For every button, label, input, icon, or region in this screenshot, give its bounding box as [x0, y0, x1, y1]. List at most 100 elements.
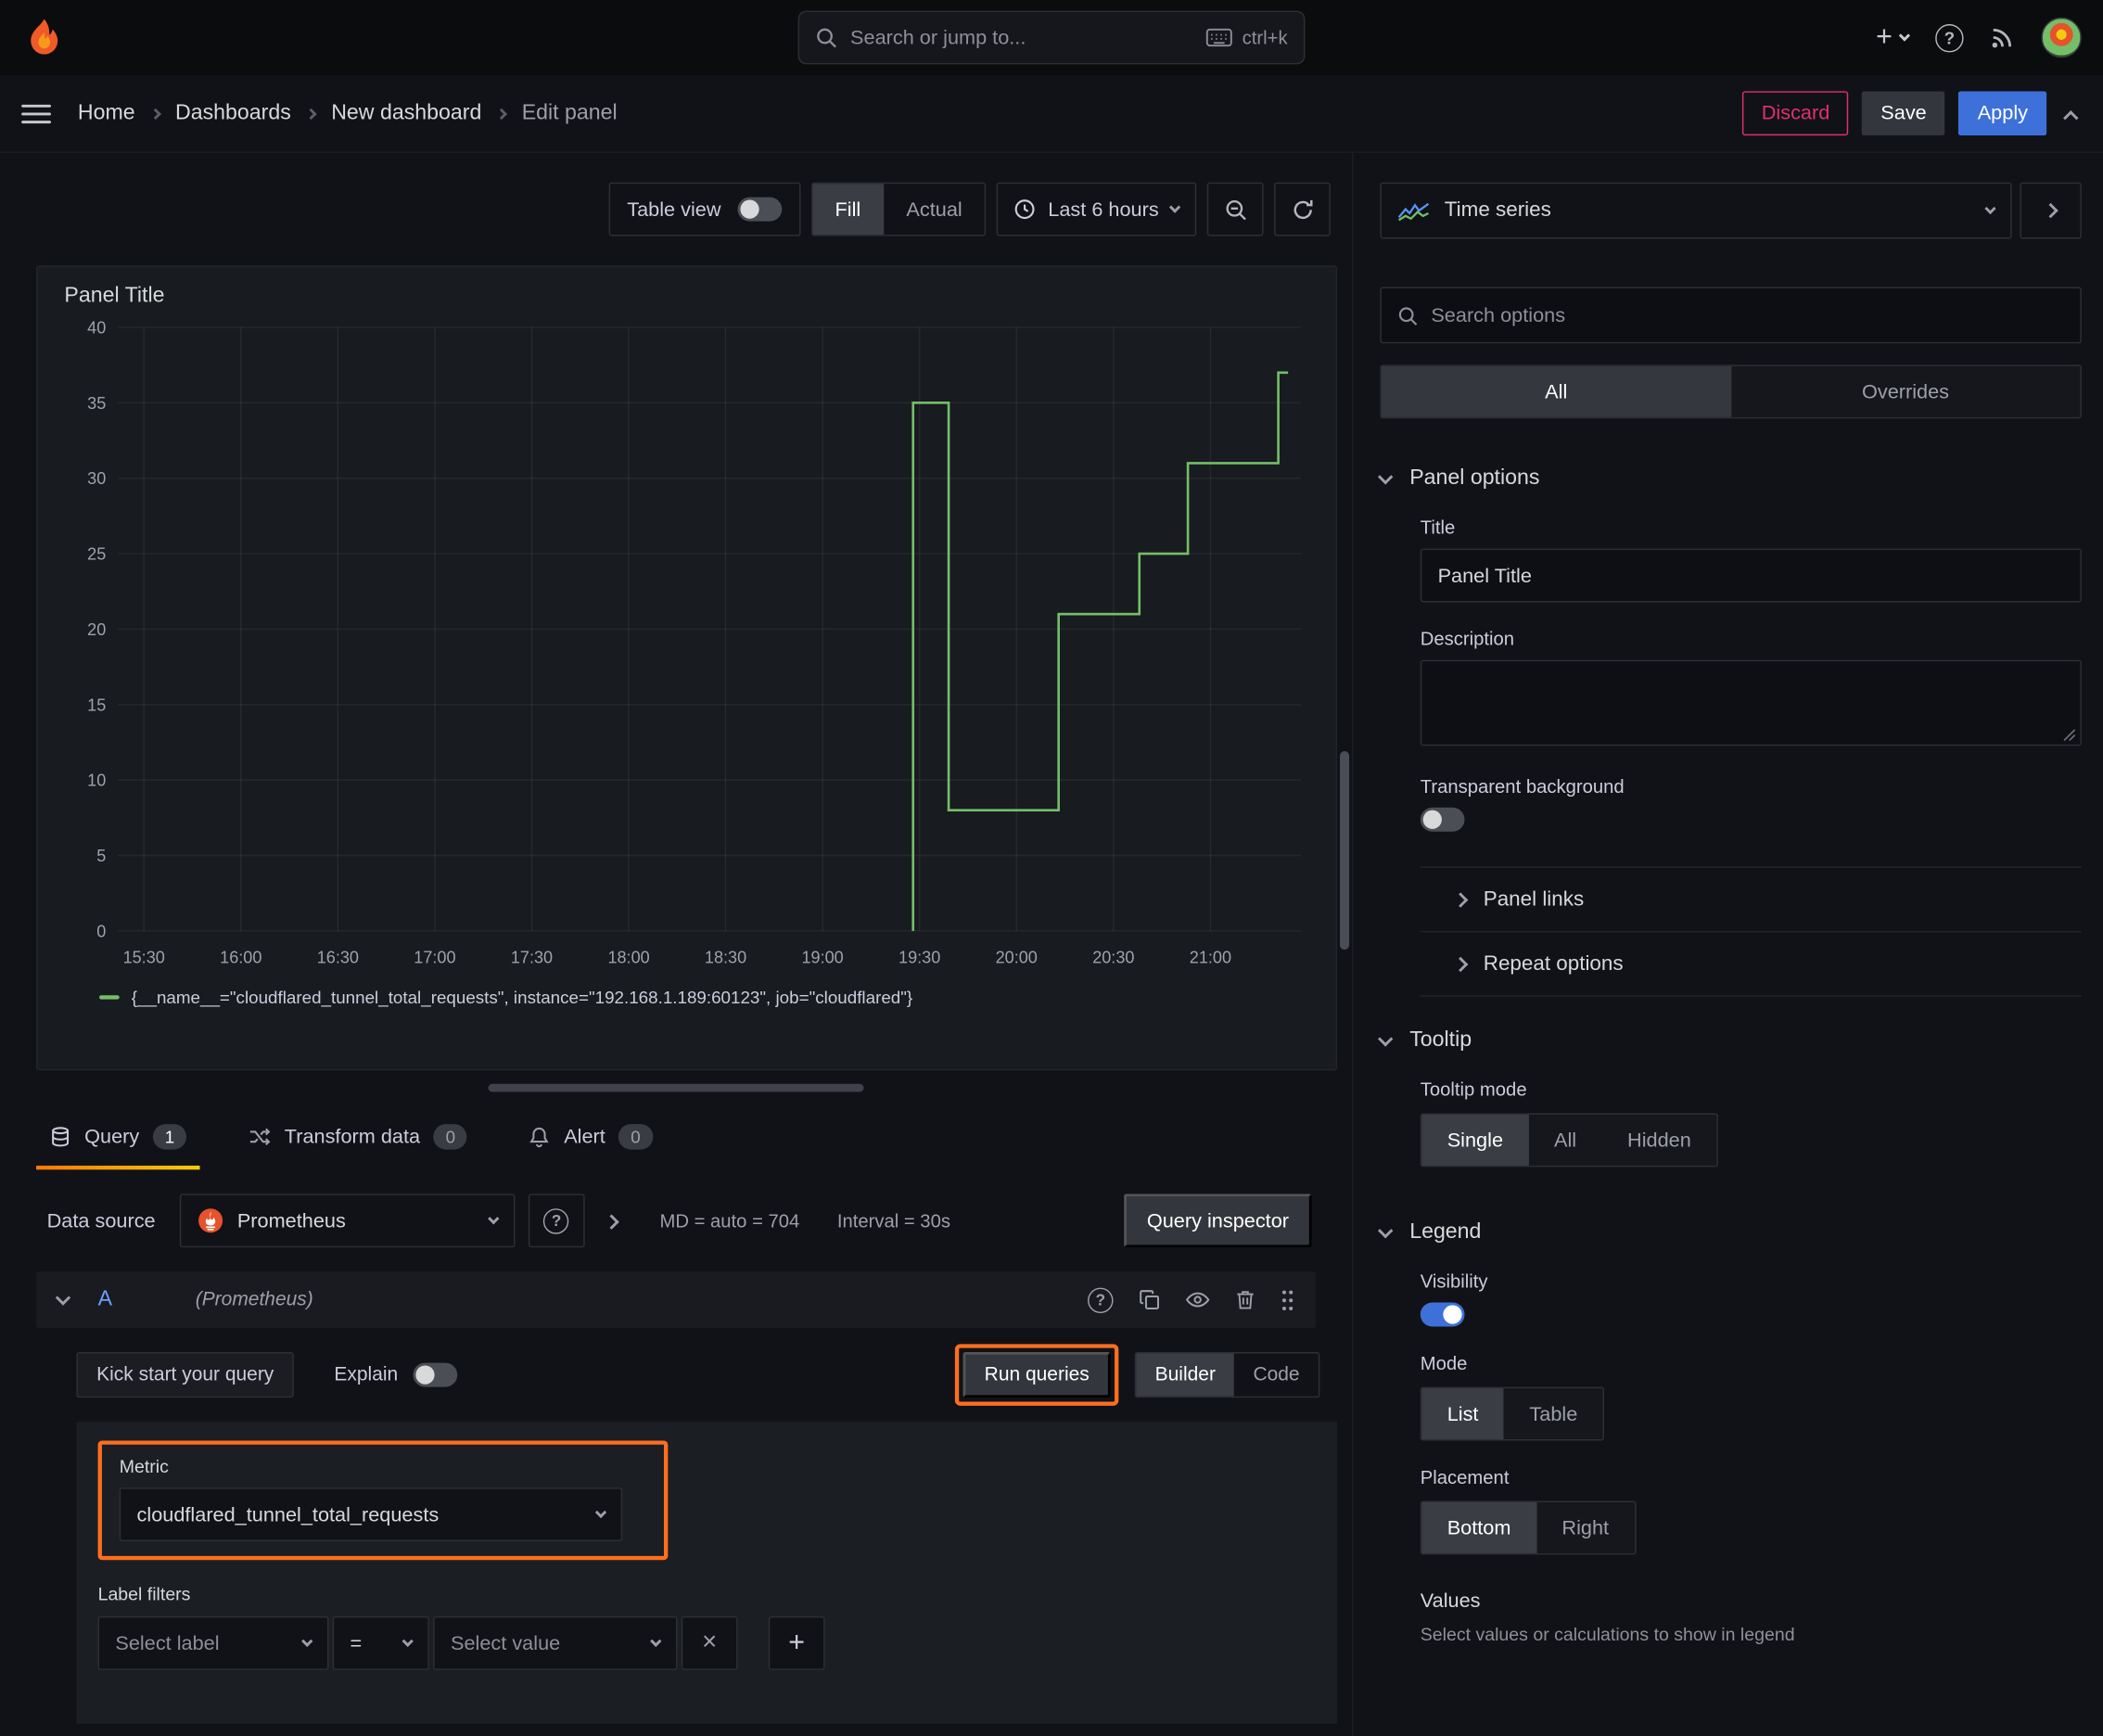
svg-text:0: 0 — [96, 922, 106, 940]
datasource-help-button[interactable]: ? — [528, 1194, 585, 1248]
tab-transform-data[interactable]: Transform data 0 — [235, 1111, 480, 1170]
menu-toggle-button[interactable] — [21, 98, 51, 128]
tooltip-mode-hidden[interactable]: Hidden — [1602, 1115, 1717, 1166]
datasource-picker[interactable]: Prometheus — [179, 1194, 516, 1248]
duplicate-query-button[interactable] — [1139, 1289, 1160, 1310]
select-label-dropdown[interactable]: Select label — [97, 1615, 329, 1670]
grafana-edit-panel-page: ctrl+k + ? Home Dashboards New dashboard… — [0, 0, 2103, 1736]
remove-filter-button[interactable]: × — [681, 1615, 738, 1670]
chevron-right-icon — [149, 108, 161, 120]
grafana-logo-icon[interactable] — [21, 15, 67, 60]
code-option[interactable]: Code — [1234, 1353, 1319, 1396]
zoom-out-button[interactable] — [1206, 182, 1264, 236]
panel-links-row[interactable]: Panel links — [1420, 868, 2082, 933]
transform-icon — [249, 1126, 272, 1149]
add-filter-button[interactable]: + — [768, 1615, 825, 1670]
collapse-toolbar-button[interactable] — [2060, 97, 2082, 130]
tooltip-mode-single[interactable]: Single — [1421, 1114, 1529, 1166]
collapse-options-pane-button[interactable] — [2020, 182, 2082, 239]
user-avatar[interactable] — [2041, 17, 2082, 58]
kick-start-query-button[interactable]: Kick start your query — [76, 1352, 295, 1398]
panel-resize-handle[interactable] — [488, 1083, 864, 1092]
tooltip-section-header[interactable]: Tooltip — [1377, 1028, 2081, 1053]
select-value-dropdown[interactable]: Select value — [433, 1615, 678, 1670]
refresh-button[interactable] — [1274, 182, 1331, 236]
time-series-chart[interactable]: 0 5 10 15 20 25 30 35 40 15:30 16:00 16:30 17:00 17:3… — [57, 312, 1318, 979]
legend-series-swatch — [99, 995, 120, 1000]
interval-stat: Interval = 30s — [836, 1209, 950, 1232]
time-range-picker[interactable]: Last 6 hours — [997, 182, 1197, 236]
legend-series-label[interactable]: {__name__="cloudflared_tunnel_total_requ… — [132, 988, 912, 1008]
tab-alert[interactable]: Alert 0 — [516, 1111, 666, 1170]
repeat-options-row[interactable]: Repeat options — [1420, 932, 2082, 997]
legend-section-body: Visibility Mode List Table Placement Bot… — [1420, 1270, 2082, 1644]
visualization-row: Time series — [1380, 153, 2082, 239]
chevron-down-icon — [594, 1506, 607, 1519]
keyboard-shortcut-hint: ctrl+k — [1206, 27, 1288, 48]
help-button[interactable]: ? — [1935, 23, 1964, 52]
all-overrides-switch: All Overrides — [1380, 364, 2082, 419]
tab-all[interactable]: All — [1381, 365, 1731, 417]
metric-select[interactable]: cloudflared_tunnel_total_requests — [119, 1487, 623, 1541]
legend-placement-bottom[interactable]: Bottom — [1421, 1502, 1536, 1553]
global-search-input[interactable]: ctrl+k — [797, 10, 1306, 65]
query-row-header[interactable]: A (Prometheus) ? — [36, 1271, 1316, 1328]
legend-mode-table[interactable]: Table — [1504, 1388, 1603, 1439]
description-textarea[interactable] — [1420, 659, 2082, 747]
collapse-query-icon[interactable] — [55, 1290, 71, 1306]
query-row-actions: ? — [1088, 1286, 1294, 1313]
chevron-down-icon — [1377, 1223, 1394, 1239]
breadcrumb-dashboards[interactable]: Dashboards — [175, 101, 291, 125]
discard-button[interactable]: Discard — [1742, 91, 1849, 136]
title-label: Title — [1420, 516, 1456, 539]
toggle-query-visibility-button[interactable] — [1185, 1289, 1210, 1310]
expand-options-button[interactable] — [598, 1210, 625, 1232]
search-input[interactable] — [850, 26, 1193, 49]
new-menu-button[interactable]: + — [1876, 21, 1911, 54]
table-view-toggle[interactable] — [736, 197, 782, 222]
news-rss-button[interactable] — [1991, 25, 2015, 49]
panel-title-input[interactable] — [1420, 548, 2082, 603]
visibility-label: Visibility — [1420, 1270, 1488, 1292]
search-options-input[interactable] — [1431, 303, 2065, 327]
datasource-row: Data source Prometheus ? MD = auto = 704… — [0, 1169, 1352, 1260]
panel-options-section-header[interactable]: Panel options — [1377, 466, 2081, 491]
actual-option[interactable]: Actual — [884, 184, 985, 235]
legend-section-header[interactable]: Legend — [1377, 1220, 2081, 1245]
chevron-down-icon — [1377, 1031, 1394, 1047]
query-help-button[interactable]: ? — [1088, 1286, 1114, 1313]
operator-dropdown[interactable]: = — [332, 1615, 429, 1670]
legend-placement-right[interactable]: Right — [1536, 1502, 1635, 1553]
apply-button[interactable]: Apply — [1958, 91, 2047, 136]
tab-query[interactable]: Query 1 — [36, 1111, 200, 1170]
svg-text:20:00: 20:00 — [996, 949, 1038, 967]
legend-visibility-toggle[interactable] — [1420, 1302, 1465, 1327]
search-options-box[interactable] — [1380, 287, 2082, 344]
resize-corner-icon[interactable] — [2063, 728, 2076, 742]
visualization-picker[interactable]: Time series — [1380, 182, 2012, 239]
preview-panel: Panel Title 0 5 10 15 20 25 30 35 40 15:30 16:00 16… — [36, 265, 1338, 1071]
legend-mode-list[interactable]: List — [1421, 1388, 1504, 1440]
explain-toggle[interactable] — [413, 1362, 457, 1387]
breadcrumb-home[interactable]: Home — [78, 101, 135, 125]
breadcrumb-new-dashboard[interactable]: New dashboard — [331, 101, 481, 125]
transparent-background-toggle[interactable] — [1420, 807, 1465, 832]
fill-option[interactable]: Fill — [811, 184, 884, 236]
query-datasource-hint: (Prometheus) — [195, 1289, 313, 1311]
label-filters-label: Label filters — [97, 1584, 191, 1604]
delete-query-button[interactable] — [1235, 1289, 1255, 1310]
left-column-scrollbar[interactable] — [1339, 751, 1350, 951]
topbar-actions: + ? — [1876, 17, 2082, 58]
editor-tabs: Query 1 Transform data 0 Alert 0 — [0, 1111, 1352, 1170]
builder-option[interactable]: Builder — [1136, 1353, 1235, 1397]
main-content: Table view Fill Actual Last 6 hours Pane… — [0, 152, 2103, 1736]
save-button[interactable]: Save — [1862, 91, 1945, 136]
drag-query-handle[interactable] — [1281, 1288, 1294, 1311]
chevron-right-icon — [1452, 891, 1469, 908]
panel-options-section-body: Title Description Transparent background… — [1420, 516, 2082, 997]
query-inspector-button[interactable]: Query inspector — [1124, 1194, 1312, 1248]
run-queries-button[interactable]: Run queries — [962, 1352, 1111, 1398]
fill-actual-switch: Fill Actual — [810, 182, 987, 236]
tab-overrides[interactable]: Overrides — [1731, 366, 2081, 417]
tooltip-mode-all[interactable]: All — [1528, 1115, 1601, 1166]
